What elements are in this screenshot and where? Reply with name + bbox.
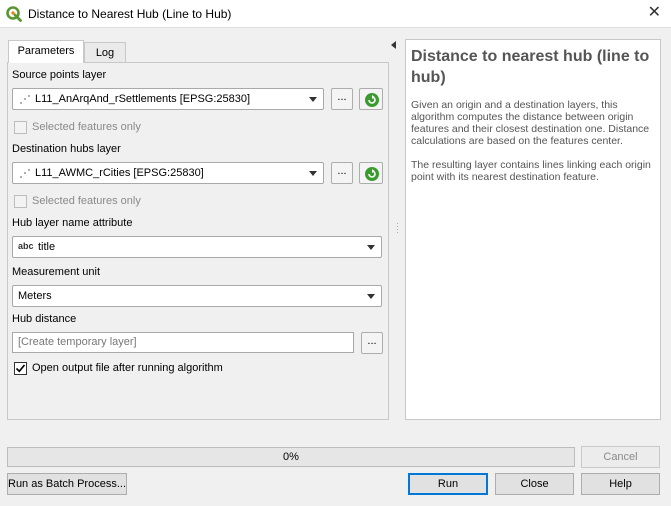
destination-selected-only-checkbox[interactable] [14, 195, 27, 208]
point-layer-icon [20, 95, 30, 104]
title-bar: Distance to Nearest Hub (Line to Hub) ✕ [0, 0, 671, 28]
qgis-logo-icon [6, 6, 22, 22]
help-description: Given an origin and a destination layers… [411, 99, 650, 147]
help-output-description: The resulting layer contains lines linki… [411, 159, 651, 183]
open-output-label: Open output file after running algorithm [32, 362, 223, 374]
measurement-unit-label: Measurement unit [12, 266, 101, 278]
chevron-down-icon [367, 294, 375, 299]
source-browse-button[interactable]: ... [331, 88, 353, 110]
destination-hubs-value: L11_AWMC_rCities [EPSG:25830] [35, 167, 204, 179]
help-button[interactable]: Help [581, 473, 660, 495]
cancel-button[interactable]: Cancel [581, 446, 660, 468]
tab-log[interactable]: Log [84, 42, 126, 63]
destination-hubs-combo[interactable]: L11_AWMC_rCities [EPSG:25830] [12, 162, 324, 184]
hub-name-attribute-label: Hub layer name attribute [12, 217, 133, 229]
checkmark-icon [15, 364, 26, 373]
source-selected-only-label: Selected features only [32, 121, 141, 133]
destination-hubs-label: Destination hubs layer [12, 143, 121, 155]
splitter-handle[interactable]: · · · · [396, 220, 399, 237]
destination-iterate-button[interactable] [359, 162, 383, 184]
progress-text: 0% [283, 451, 299, 463]
help-panel: Distance to nearest hub (line to hub) Gi… [405, 39, 661, 420]
source-points-value: L11_AnArqAnd_rSettlements [EPSG:25830] [35, 93, 251, 105]
destination-browse-button[interactable]: ... [331, 162, 353, 184]
hub-distance-output-input[interactable]: [Create temporary layer] [12, 332, 354, 353]
collapse-help-icon[interactable] [391, 41, 396, 49]
window-title: Distance to Nearest Hub (Line to Hub) [28, 7, 232, 21]
progress-bar: 0% [7, 447, 575, 467]
measurement-unit-combo[interactable]: Meters [12, 285, 382, 307]
chevron-down-icon [309, 97, 317, 102]
refresh-icon [365, 167, 379, 181]
hub-name-attribute-value: title [38, 241, 56, 253]
destination-selected-only-label: Selected features only [32, 195, 141, 207]
chevron-down-icon [309, 171, 317, 176]
source-iterate-button[interactable] [359, 88, 383, 110]
hub-distance-browse-button[interactable]: ... [361, 332, 383, 354]
measurement-unit-value: Meters [18, 290, 52, 302]
run-as-batch-button[interactable]: Run as Batch Process... [7, 473, 127, 495]
close-button[interactable]: Close [495, 473, 574, 495]
source-points-combo[interactable]: L11_AnArqAnd_rSettlements [EPSG:25830] [12, 88, 324, 110]
hub-distance-label: Hub distance [12, 313, 77, 325]
close-icon[interactable]: ✕ [648, 4, 661, 22]
hub-name-attribute-combo[interactable]: abc title [12, 236, 382, 258]
source-points-label: Source points layer [12, 69, 107, 81]
source-selected-only-checkbox[interactable] [14, 121, 27, 134]
tab-parameters[interactable]: Parameters [8, 40, 84, 63]
refresh-icon [365, 93, 379, 107]
help-title: Distance to nearest hub (line to hub) [411, 48, 650, 86]
open-output-checkbox[interactable] [14, 362, 27, 375]
run-button[interactable]: Run [408, 473, 488, 495]
point-layer-icon [20, 169, 30, 178]
text-field-icon: abc [18, 241, 34, 251]
chevron-down-icon [367, 245, 375, 250]
